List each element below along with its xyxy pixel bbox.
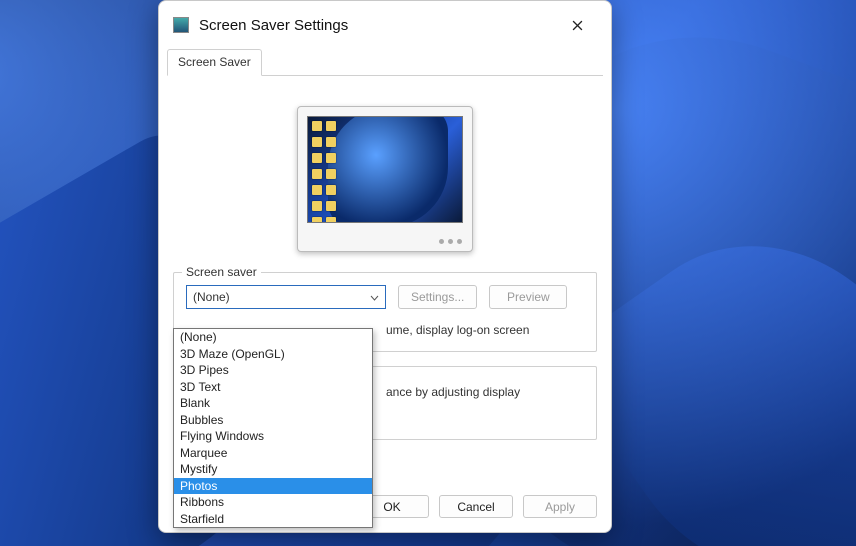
window-title: Screen Saver Settings [199,17,557,34]
monitor-preview [297,106,473,252]
titlebar: Screen Saver Settings [159,1,611,49]
button-label: OK [383,500,400,514]
tab-label: Screen Saver [178,55,251,69]
dropdown-option[interactable]: (None) [174,329,372,346]
monitor-screen [307,116,463,223]
button-label: Settings... [411,290,464,304]
button-label: Preview [507,290,550,304]
chevron-down-icon [370,290,379,304]
dropdown-option[interactable]: 3D Text [174,379,372,396]
settings-button[interactable]: Settings... [398,285,477,309]
apply-button[interactable]: Apply [523,495,597,518]
cancel-button[interactable]: Cancel [439,495,513,518]
dropdown-option[interactable]: Flying Windows [174,428,372,445]
dropdown-option[interactable]: Mystify [174,461,372,478]
button-label: Cancel [457,500,494,514]
screensaver-dropdown[interactable]: (None) [186,285,386,309]
close-icon [572,20,583,31]
screensaver-dropdown-list[interactable]: (None)3D Maze (OpenGL)3D Pipes3D TextBla… [173,328,373,528]
close-button[interactable] [557,10,597,40]
monitor-preview-area [173,106,597,252]
dropdown-option[interactable]: Starfield [174,511,372,528]
dropdown-option[interactable]: Bubbles [174,412,372,429]
dialog-content: Screen saver (None) Settings... Preview … [159,76,611,485]
button-label: Apply [545,500,575,514]
preview-button[interactable]: Preview [489,285,567,309]
dropdown-option[interactable]: 3D Maze (OpenGL) [174,346,372,363]
dropdown-option[interactable]: Photos [174,478,372,495]
tab-strip: Screen Saver [159,49,611,76]
group-legend: Screen saver [182,265,261,279]
dropdown-option[interactable]: Blank [174,395,372,412]
desktop-icons-mini [312,121,336,223]
screen-saver-settings-dialog: Screen Saver Settings Screen Saver Scree… [158,0,612,533]
app-icon [173,17,189,33]
tab-screen-saver[interactable]: Screen Saver [167,49,262,76]
dropdown-option[interactable]: Ribbons [174,494,372,511]
dropdown-option[interactable]: Marquee [174,445,372,462]
dropdown-option[interactable]: 3D Pipes [174,362,372,379]
dropdown-selected-value: (None) [193,290,230,304]
